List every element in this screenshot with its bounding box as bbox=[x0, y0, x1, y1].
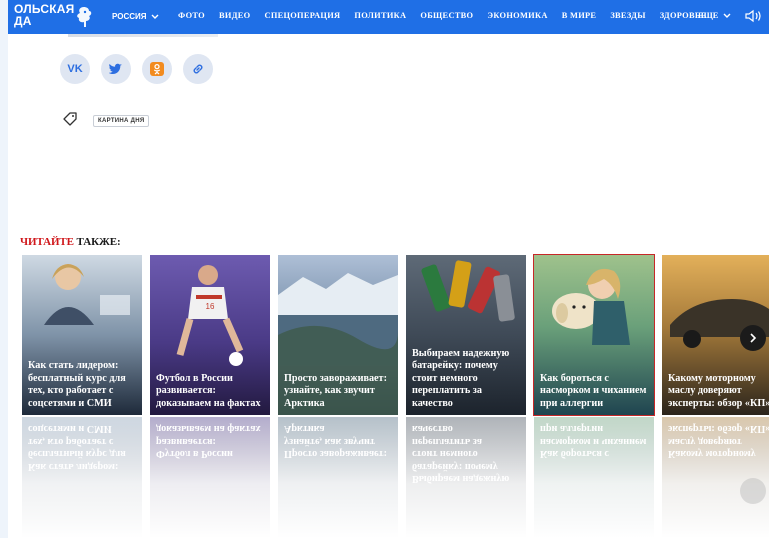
odnoklassniki-icon bbox=[150, 62, 164, 76]
chevron-down-icon bbox=[723, 13, 731, 18]
top-nav-bar: ОЛЬСКАЯ ДА РОССИЯ ФОТО ВИДЕО СПЕЦОПЕРАЦИ… bbox=[8, 0, 769, 34]
header-subline bbox=[68, 34, 218, 37]
article-card-title: Какому моторному маслу доверяют эксперты… bbox=[668, 372, 769, 409]
nav-link-world[interactable]: В МИРЕ bbox=[562, 11, 597, 20]
carousel-next-button[interactable] bbox=[740, 325, 766, 351]
region-label: РОССИЯ bbox=[112, 12, 147, 21]
nav-link-economy[interactable]: ЭКОНОМИКА bbox=[487, 11, 547, 20]
read-also-title-red: ЧИТАЙТЕ bbox=[20, 236, 74, 248]
article-card-selected[interactable]: Как бороться с насморком и чиханием при … bbox=[533, 254, 655, 416]
share-odnoklassniki-button[interactable] bbox=[142, 54, 172, 84]
tag-icon bbox=[63, 112, 77, 126]
share-vk-button[interactable]: VK bbox=[60, 54, 90, 84]
article-card[interactable]: Выбираем надежную батарейку: почему стои… bbox=[406, 255, 526, 415]
share-buttons: VK bbox=[60, 54, 213, 84]
article-card[interactable]: Просто завораживает: узнайте, как звучит… bbox=[278, 255, 398, 415]
reflection-fade-overlay bbox=[8, 417, 769, 538]
nav-link-politics[interactable]: ПОЛИТИКА bbox=[354, 11, 406, 20]
more-menu-button[interactable]: ЕЩЕ bbox=[698, 11, 731, 20]
tag-chip[interactable]: КАРТИНА ДНЯ bbox=[93, 115, 150, 127]
link-icon bbox=[193, 64, 203, 74]
article-card-title: Как стать лидером: бесплатный курс для т… bbox=[28, 360, 126, 409]
reflection-arrow bbox=[740, 478, 766, 504]
twitter-icon bbox=[109, 63, 122, 74]
read-also-title: ЧИТАЙТЕ ТАКЖЕ: bbox=[20, 236, 121, 248]
logo-bird-icon[interactable] bbox=[74, 5, 94, 29]
region-selector[interactable]: РОССИЯ bbox=[112, 12, 159, 21]
site-logo-text[interactable]: ОЛЬСКАЯ ДА bbox=[14, 3, 78, 27]
nav-links: ФОТО ВИДЕО СПЕЦОПЕРАЦИЯ ПОЛИТИКА ОБЩЕСТВ… bbox=[178, 11, 721, 20]
article-card-title: Как бороться с насморком и чиханием при … bbox=[540, 372, 647, 409]
article-card-title: Просто завораживает: узнайте, как звучит… bbox=[284, 372, 387, 409]
nav-link-society[interactable]: ОБЩЕСТВО bbox=[420, 11, 473, 20]
nav-link-stars[interactable]: ЗВЕЗДЫ bbox=[610, 11, 645, 20]
read-also-title-black: ТАКЖЕ: bbox=[73, 236, 121, 248]
article-card[interactable]: Как стать лидером: бесплатный курс для т… bbox=[22, 255, 142, 415]
chevron-right-icon bbox=[750, 333, 757, 343]
article-card-title: Футбол в России развивается: доказываем … bbox=[156, 372, 261, 409]
speaker-icon[interactable] bbox=[744, 9, 764, 23]
more-label: ЕЩЕ bbox=[698, 11, 719, 20]
article-card[interactable]: 16 Футбол в России развивается: доказыва… bbox=[150, 255, 270, 415]
svg-text:16: 16 bbox=[206, 302, 215, 311]
nav-link-photo[interactable]: ФОТО bbox=[178, 11, 205, 20]
share-twitter-button[interactable] bbox=[101, 54, 131, 84]
nav-link-special-operation[interactable]: СПЕЦОПЕРАЦИЯ bbox=[264, 11, 340, 20]
article-card-title: Выбираем надежную батарейку: почему стои… bbox=[412, 347, 510, 409]
vk-icon: VK bbox=[67, 63, 83, 75]
browser-window: ОЛЬСКАЯ ДА РОССИЯ ФОТО ВИДЕО СПЕЦОПЕРАЦИ… bbox=[8, 0, 769, 538]
chevron-down-icon bbox=[151, 14, 159, 19]
share-link-button[interactable] bbox=[183, 54, 213, 84]
nav-link-video[interactable]: ВИДЕО bbox=[219, 11, 250, 20]
